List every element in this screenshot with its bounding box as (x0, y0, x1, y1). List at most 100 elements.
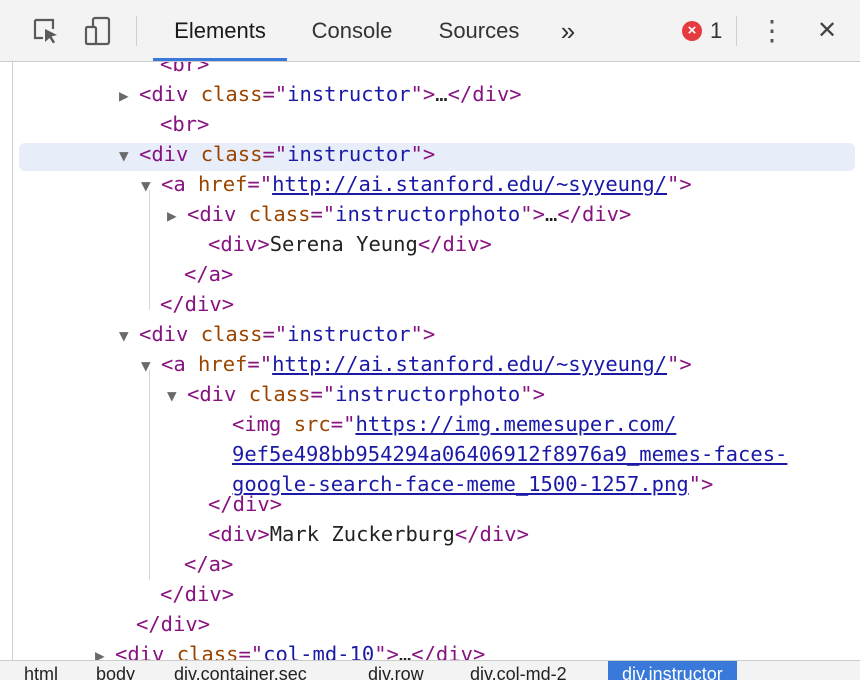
breadcrumb-bar: html body div.container.sec div.row div.col-… (0, 660, 860, 680)
node-val: instructor (287, 142, 411, 166)
node-tag: "> (520, 202, 545, 226)
node-val: instructor (287, 82, 411, 106)
node-tag: </div> (160, 582, 235, 606)
node-tag: </div> (160, 292, 235, 316)
node-tag: </div> (411, 642, 486, 662)
node-tag: </div> (454, 522, 529, 546)
collapse-triangle-icon[interactable]: ▶ (119, 81, 139, 111)
breadcrumb-item[interactable]: div.instructor (608, 661, 737, 680)
node-tag: =" (310, 382, 336, 406)
tree-node-line[interactable]: google-search-face-meme_1500-1257.png"> (232, 469, 713, 499)
tree-node-line[interactable]: <br> (160, 109, 209, 139)
node-link[interactable]: 9ef5e498bb954294a06406912f8976a9_memes-f… (232, 442, 787, 466)
expand-triangle-icon[interactable]: ▼ (119, 141, 139, 171)
node-attr: class (200, 142, 263, 166)
node-attr: class (248, 202, 311, 226)
node-tag: <div (139, 322, 201, 346)
toolbar-divider (736, 16, 737, 46)
node-tag: =" (262, 142, 288, 166)
node-link[interactable]: http://ai.stanford.edu/~syyeung/ (272, 352, 667, 376)
tree-node-line[interactable]: </div> (136, 609, 210, 639)
indent-guide (149, 370, 150, 580)
tree-node-line[interactable]: </div> (208, 489, 282, 519)
node-tag: =" (310, 202, 336, 226)
node-attr: href (198, 352, 248, 376)
breadcrumb-item[interactable]: html (24, 663, 58, 680)
breadcrumb-item[interactable]: body (96, 663, 135, 680)
inspect-element-icon[interactable] (30, 14, 62, 48)
tree-node-line[interactable]: <div>Serena Yeung</div> (208, 229, 492, 259)
tree-node-line[interactable]: <div>Mark Zuckerburg</div> (208, 519, 529, 549)
node-val: instructor (287, 322, 411, 346)
node-tag: "> (667, 172, 692, 196)
node-txt: … (544, 202, 558, 226)
collapse-triangle-icon[interactable]: ▶ (167, 201, 187, 231)
node-tag: "> (688, 472, 714, 496)
tab-sources[interactable]: Sources (424, 0, 534, 60)
expand-triangle-icon[interactable]: ▼ (119, 321, 139, 351)
node-tag: <div (115, 642, 177, 662)
node-tag: "> (410, 142, 436, 166)
tab-console[interactable]: Console (297, 0, 407, 60)
devtools-toolbar: Elements Console Sources » × 1 ⋮ ✕ (0, 0, 860, 62)
node-attr: src (293, 412, 331, 436)
tree-node-line[interactable]: ▶ <div class="instructorphoto">…</div> (167, 199, 631, 229)
error-icon: × (682, 21, 702, 41)
expand-triangle-icon[interactable]: ▼ (167, 381, 187, 411)
tree-node-line[interactable]: </div> (160, 579, 234, 609)
tree-node-line[interactable]: <img src="https://img.memesuper.com/ (232, 409, 676, 439)
tab-elements[interactable]: Elements (153, 0, 287, 61)
toolbar-divider (136, 16, 137, 46)
node-attr: class (176, 642, 239, 662)
tree-node-line[interactable]: ▼ <div class="instructor"> (119, 319, 435, 349)
tree-node-line[interactable]: </a> (184, 549, 233, 579)
node-val: instructorphoto (335, 382, 521, 406)
node-attr: href (198, 172, 248, 196)
node-tag: <img (232, 412, 294, 436)
tree-node-line[interactable]: ▼ <div class="instructorphoto"> (167, 379, 545, 409)
tree-node-line[interactable]: ▶ <div class="col-md-10">…</div> (95, 639, 485, 662)
node-tag: =" (262, 322, 288, 346)
tree-node-line[interactable]: </div> (160, 289, 234, 319)
node-tag: <a (161, 352, 199, 376)
node-tag: </div> (447, 82, 522, 106)
elements-tree[interactable]: <br> ▶ <div class="instructor">…</div> <br>… (12, 62, 860, 662)
node-tag: "> (520, 382, 545, 406)
node-tag: =" (238, 642, 264, 662)
node-tag: =" (262, 82, 288, 106)
expand-triangle-icon[interactable]: ▼ (141, 171, 161, 201)
node-txt: … (435, 82, 448, 106)
menu-kebab-icon[interactable]: ⋮ (756, 0, 788, 60)
more-tabs-icon[interactable]: » (550, 0, 586, 60)
close-icon[interactable]: ✕ (810, 0, 844, 60)
tree-node-line[interactable]: <br> (160, 62, 209, 79)
node-tag: </div> (557, 202, 632, 226)
tree-node-line[interactable]: ▶ <div class="instructor">…</div> (119, 79, 522, 109)
node-tag: <br> (160, 62, 210, 76)
breadcrumb-item[interactable]: div.row (368, 663, 424, 680)
tree-node-line[interactable]: 9ef5e498bb954294a06406912f8976a9_memes-f… (232, 439, 787, 469)
node-link[interactable]: google-search-face-meme_1500-1257.png (232, 472, 689, 496)
breadcrumb-item[interactable]: div.container.sec (174, 663, 307, 680)
collapse-triangle-icon[interactable]: ▶ (95, 641, 115, 662)
expand-triangle-icon[interactable]: ▼ (141, 351, 161, 381)
node-tag: "> (410, 322, 436, 346)
node-tag: </div> (136, 612, 211, 636)
node-tag: </a> (184, 552, 234, 576)
node-attr: class (200, 82, 263, 106)
node-attr: class (200, 322, 263, 346)
node-tag: =" (247, 352, 273, 376)
tree-node-line[interactable]: ▼ <a href="http://ai.stanford.edu/~syyeun… (141, 169, 692, 199)
device-toolbar-icon[interactable] (82, 14, 114, 48)
node-link[interactable]: https://img.memesuper.com/ (355, 412, 676, 436)
node-txt: … (398, 642, 412, 662)
error-badge[interactable]: × 1 (682, 18, 722, 43)
node-tag: </div> (208, 492, 283, 516)
tree-node-line[interactable]: ▼ <div class="instructor"> (119, 139, 435, 169)
node-link[interactable]: http://ai.stanford.edu/~syyeung/ (272, 172, 667, 196)
node-tag: <div (187, 202, 249, 226)
tree-node-line[interactable]: </a> (184, 259, 233, 289)
node-tag: "> (667, 352, 692, 376)
breadcrumb-item[interactable]: div.col-md-2 (470, 663, 567, 680)
tree-node-line[interactable]: ▼ <a href="http://ai.stanford.edu/~syyeun… (141, 349, 692, 379)
